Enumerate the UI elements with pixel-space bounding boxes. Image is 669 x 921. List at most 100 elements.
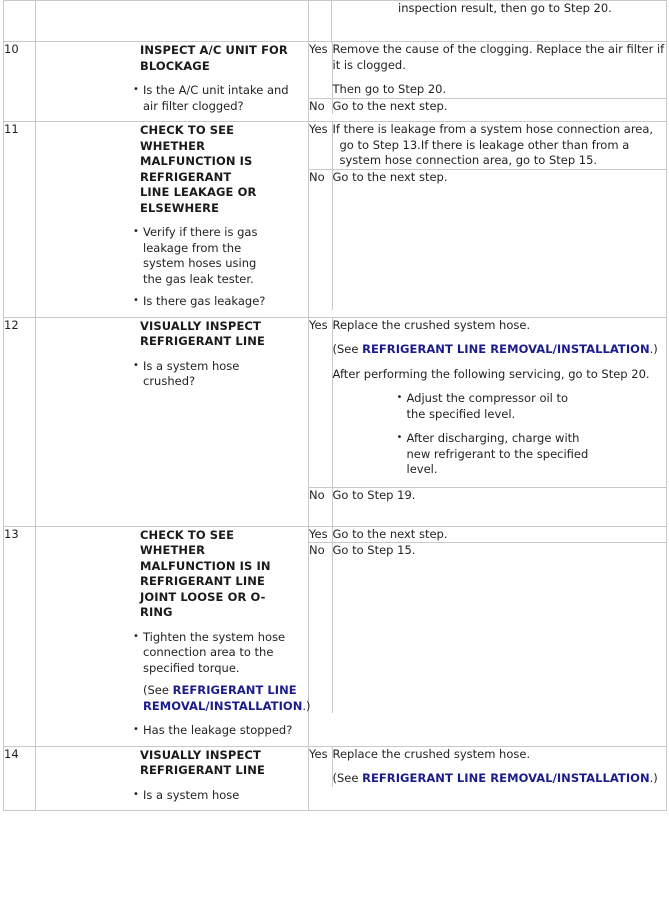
- table-row-partial-bottom: 14 VISUALLY INSPECT REFRIGERANT LINE Is …: [3, 745, 667, 811]
- yes-no-subtable: Yes If there is leakage from a system ho…: [309, 122, 666, 310]
- yes-branch-row: Yes If there is leakage from a system ho…: [309, 122, 666, 170]
- no-result-cell: Go to Step 19.: [332, 487, 666, 526]
- action-bullet-list: Is the A/C unit intake and air filter cl…: [36, 82, 308, 114]
- result-group: Yes If there is leakage from a system ho…: [308, 121, 667, 318]
- action-heading: INSPECT A/C UNIT FOR BLOCKAGE: [140, 43, 288, 73]
- action-cell: CHECK TO SEE WHETHER MALFUNCTION IS REFR…: [35, 121, 309, 318]
- result-text: If there is leakage from a system hose c…: [332, 122, 654, 167]
- list-item: After discharging, charge with new refri…: [397, 430, 592, 478]
- yes-no-subtable: Yes Remove the cause of the clogging. Re…: [309, 42, 666, 114]
- list-item: Is a system hose crushed?: [133, 358, 243, 390]
- list-item: Has the leakage stopped?: [133, 722, 302, 739]
- diagnostic-flow-table: inspection result, then go to Step 20. 1…: [3, 0, 667, 811]
- list-item: Verify if there is gas leakage from the …: [133, 224, 273, 287]
- table-row: 13 CHECK TO SEE WHETHER MALFUNCTION IS I…: [3, 525, 667, 747]
- list-item: Is a system hose: [133, 787, 302, 804]
- yes-branch-row: Yes Go to the next step.: [309, 526, 666, 543]
- action-cell: CHECK TO SEE WHETHER MALFUNCTION IS IN R…: [35, 525, 311, 747]
- action-heading: CHECK TO SEE WHETHER MALFUNCTION IS IN R…: [140, 527, 271, 620]
- result-group: Yes Go to the next step. No Go to Step 1…: [308, 525, 667, 747]
- see-suffix: .): [649, 771, 658, 785]
- result-text: Go to the next step.: [332, 98, 448, 113]
- cross-reference-line: (See REFRIGERANT LINE REMOVAL/INSTALLATI…: [333, 342, 667, 358]
- no-label: No: [309, 542, 333, 713]
- yes-no-cell: [308, 0, 332, 42]
- no-label: No: [309, 487, 333, 526]
- list-item: Is the A/C unit intake and air filter cl…: [133, 82, 302, 114]
- see-prefix: (See: [332, 771, 363, 785]
- no-result-cell: Go to the next step.: [332, 169, 666, 310]
- result-text: Replace the crushed system hose.: [332, 746, 531, 761]
- no-result-cell: Go to Step 15.: [332, 542, 666, 713]
- yes-label: Yes: [309, 317, 333, 488]
- action-bullet-list: Is a system hose: [36, 787, 308, 804]
- action-bullet-list: Is a system hose crushed?: [36, 358, 308, 390]
- result-text: Replace the crushed system hose.: [332, 317, 531, 332]
- yes-no-subtable: Yes Go to the next step. No Go to Step 1…: [309, 526, 666, 713]
- yes-branch-row: Yes Replace the crushed system hose. (Se…: [309, 317, 667, 488]
- result-text: Remove the cause of the clogging. Replac…: [332, 42, 665, 72]
- no-branch-row: No Go to Step 19.: [309, 487, 666, 526]
- document-page: inspection result, then go to Step 20. 1…: [0, 0, 669, 921]
- list-item: Adjust the compressor oil to the specifi…: [397, 390, 587, 422]
- yes-result-cell: If there is leakage from a system hose c…: [332, 122, 666, 170]
- yes-no-subtable: Yes Replace the crushed system hose. (Se…: [309, 746, 667, 787]
- no-branch-row: No Go to the next step.: [309, 169, 666, 310]
- result-group: Yes Remove the cause of the clogging. Re…: [308, 41, 667, 122]
- yes-result-cell: Remove the cause of the clogging. Replac…: [332, 42, 666, 99]
- see-prefix: (See: [143, 683, 173, 697]
- result-bullet-list: Adjust the compressor oil to the specifi…: [333, 390, 667, 478]
- result-text: After performing the following servicing…: [332, 366, 650, 381]
- no-branch-row: No Go to Step 15.: [309, 542, 666, 713]
- table-row: 11 CHECK TO SEE WHETHER MALFUNCTION IS R…: [3, 121, 667, 318]
- result-text: Go to the next step.: [332, 526, 448, 541]
- cross-reference-line: (See REFRIGERANT LINE REMOVAL/INSTALLATI…: [143, 683, 311, 714]
- result-text: Then go to Step 20.: [332, 82, 447, 96]
- result-text: Go to Step 19.: [332, 487, 416, 502]
- action-heading: VISUALLY INSPECT REFRIGERANT LINE: [140, 747, 265, 778]
- yes-no-subtable: Yes Replace the crushed system hose. (Se…: [309, 317, 667, 526]
- result-group: Yes Replace the crushed system hose. (Se…: [308, 316, 667, 527]
- yes-result-cell: Replace the crushed system hose. (See RE…: [332, 746, 667, 787]
- action-cell: VISUALLY INSPECT REFRIGERANT LINE Is a s…: [35, 316, 309, 527]
- table-row: 12 VISUALLY INSPECT REFRIGERANT LINE Is …: [3, 316, 667, 527]
- result-group: Yes Replace the crushed system hose. (Se…: [308, 745, 667, 811]
- action-cell: [35, 0, 309, 42]
- step-number-cell: 14: [3, 745, 36, 811]
- result-text: inspection result, then go to Step 20.: [398, 1, 612, 15]
- no-label: No: [309, 98, 333, 114]
- table-row: 10 INSPECT A/C UNIT FOR BLOCKAGE Is the …: [3, 41, 667, 122]
- table-row-partial-top: inspection result, then go to Step 20.: [3, 0, 667, 42]
- list-item: Tighten the system hose connection area …: [133, 629, 302, 677]
- result-cell: inspection result, then go to Step 20.: [331, 0, 667, 42]
- step-number-cell: 11: [3, 121, 36, 318]
- no-result-cell: Go to the next step.: [332, 98, 666, 114]
- action-bullet-list: Tighten the system hose connection area …: [36, 629, 308, 677]
- action-heading: CHECK TO SEE WHETHER MALFUNCTION IS REFR…: [140, 123, 257, 215]
- yes-label: Yes: [309, 42, 333, 99]
- result-text: Go to the next step.: [332, 169, 448, 184]
- step-number-cell: 10: [3, 41, 36, 122]
- action-bullet-list-after: Has the leakage stopped?: [36, 722, 308, 739]
- no-label: No: [309, 169, 333, 310]
- yes-result-cell: Replace the crushed system hose. (See RE…: [332, 317, 667, 488]
- yes-label: Yes: [309, 526, 333, 543]
- see-suffix: .): [649, 342, 658, 356]
- see-suffix: .): [302, 698, 311, 713]
- list-item: Is there gas leakage?: [133, 293, 293, 310]
- result-text: Go to Step 15.: [332, 543, 416, 557]
- step-number-cell: 13: [3, 525, 36, 747]
- yes-branch-row: Yes Replace the crushed system hose. (Se…: [309, 746, 667, 787]
- no-branch-row: No Go to the next step.: [309, 98, 666, 114]
- step-number-cell: [3, 0, 36, 42]
- see-prefix: (See: [332, 342, 363, 356]
- cross-reference-link[interactable]: REFRIGERANT LINE REMOVAL/INSTALLATION: [362, 771, 650, 785]
- step-number-cell: 12: [3, 316, 36, 527]
- action-cell: INSPECT A/C UNIT FOR BLOCKAGE Is the A/C…: [35, 41, 309, 122]
- cross-reference-link[interactable]: REFRIGERANT LINE REMOVAL/INSTALLATION: [362, 342, 650, 356]
- yes-result-cell: Go to the next step.: [332, 526, 666, 543]
- cross-reference-line: (See REFRIGERANT LINE REMOVAL/INSTALLATI…: [333, 771, 667, 787]
- yes-label: Yes: [309, 122, 333, 170]
- action-cell: VISUALLY INSPECT REFRIGERANT LINE Is a s…: [35, 745, 309, 811]
- yes-label: Yes: [309, 746, 333, 787]
